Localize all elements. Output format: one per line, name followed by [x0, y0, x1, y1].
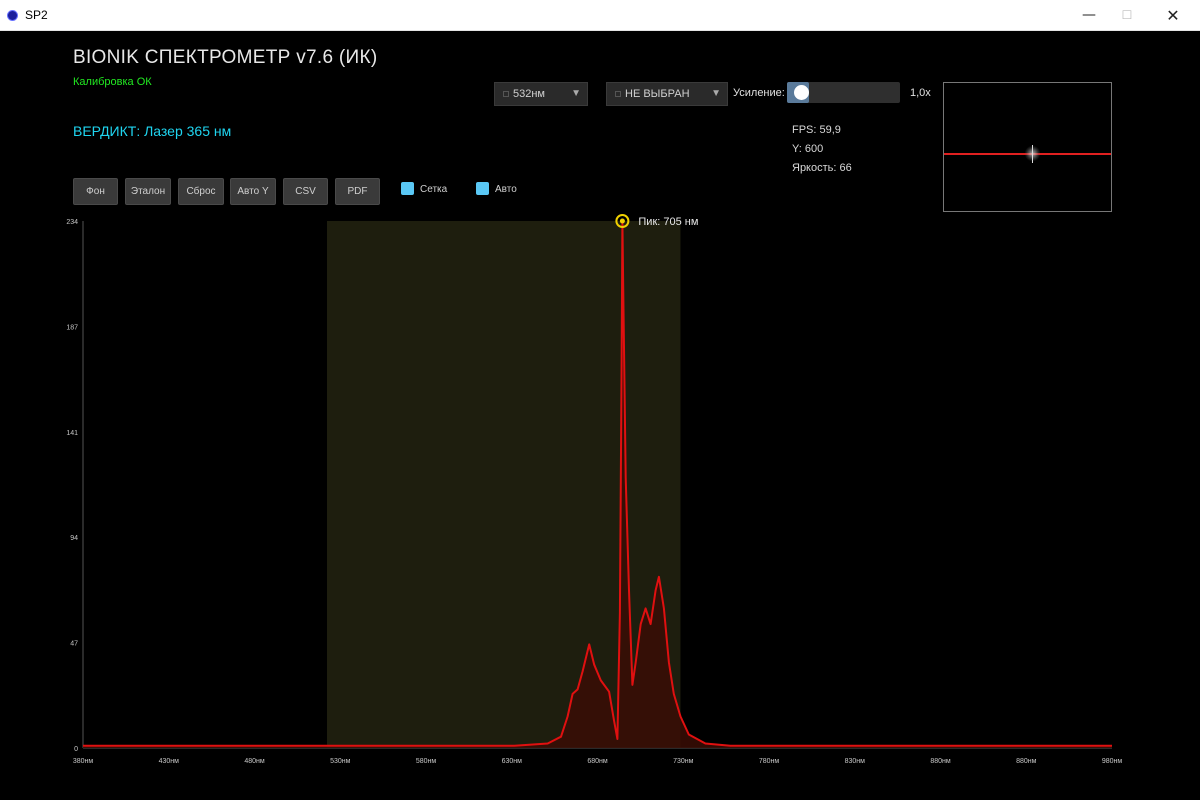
- x-tick-label: 830нм: [845, 758, 866, 765]
- auto-y-button[interactable]: Авто Y: [230, 178, 276, 205]
- background-button[interactable]: Фон: [73, 178, 118, 205]
- stats-panel: FPS: 59,9 Y: 600 Яркость: 66: [792, 121, 852, 178]
- x-tick-label: 430нм: [159, 758, 180, 765]
- x-tick-label: 680нм: [587, 758, 608, 765]
- auto-checkbox-label: Авто: [495, 184, 517, 195]
- y-tick-label: 0: [74, 746, 78, 753]
- gain-value: 1,0х: [910, 87, 931, 99]
- spectrum-chart: 234 187 141 94 47 0 380нм 430нм 480нм 530нм 580нм 6…: [66, 214, 1123, 765]
- x-tick-label: 480нм: [244, 758, 265, 765]
- x-tick-label: 380нм: [73, 758, 94, 765]
- source-select[interactable]: НЕ ВЫБРАН ▼: [606, 82, 728, 106]
- gain-slider[interactable]: [787, 82, 900, 103]
- window-title: SP2: [25, 8, 48, 22]
- brightness-readout: Яркость: 66: [792, 162, 852, 174]
- x-tick-label: 580нм: [416, 758, 437, 765]
- laser-select[interactable]: 532нм ▼: [494, 82, 588, 106]
- close-button[interactable]: ✕: [1150, 0, 1196, 31]
- peak-label: Пик: 705 нм: [638, 216, 698, 228]
- chevron-down-icon: ▼: [571, 88, 581, 99]
- y-readout: Y: 600: [792, 143, 824, 155]
- grid-checkbox-label: Сетка: [420, 184, 448, 195]
- laser-select-icon: [503, 91, 509, 98]
- x-tick-label: 530нм: [330, 758, 351, 765]
- x-tick-label: 880нм: [1016, 758, 1037, 765]
- x-tick-label: 980нм: [1102, 758, 1123, 765]
- x-tick-label: 880нм: [930, 758, 951, 765]
- csv-export-button[interactable]: CSV: [283, 178, 328, 205]
- source-select-value: НЕ ВЫБРАН: [625, 88, 690, 100]
- camera-preview: [943, 82, 1112, 212]
- verdict-text: ВЕРДИКТ: Лазер 365 нм: [73, 123, 232, 139]
- y-tick-label: 187: [66, 324, 78, 331]
- window-titlebar: SP2 — ☐ ✕: [0, 0, 1200, 31]
- peak-marker-dot: [619, 218, 625, 224]
- chevron-down-icon: ▼: [711, 88, 721, 99]
- spot-marker: [1032, 145, 1033, 163]
- x-tick-label: 630нм: [502, 758, 523, 765]
- gain-slider-thumb[interactable]: [794, 85, 809, 100]
- x-tick-label: 730нм: [673, 758, 694, 765]
- y-tick-label: 141: [66, 430, 78, 437]
- app-icon: [7, 10, 18, 21]
- y-tick-label: 234: [66, 219, 78, 226]
- pdf-export-button[interactable]: PDF: [335, 178, 380, 205]
- auto-checkbox[interactable]: [476, 182, 489, 195]
- source-select-icon: [615, 91, 621, 98]
- laser-select-value: 532нм: [513, 88, 545, 100]
- grid-checkbox[interactable]: [401, 182, 414, 195]
- y-tick-label: 94: [70, 535, 78, 542]
- x-tick-label: 780нм: [759, 758, 780, 765]
- reset-button[interactable]: Сброс: [178, 178, 224, 205]
- gain-label: Усиление:: [733, 87, 785, 99]
- y-tick-label: 47: [70, 641, 78, 648]
- fps-readout: FPS: 59,9: [792, 124, 841, 136]
- reference-button[interactable]: Эталон: [125, 178, 171, 205]
- app-title: BIONIK СПЕКТРОМЕТР v7.6 (ИК): [73, 47, 378, 68]
- calibration-status: Калибровка ОК: [73, 76, 152, 88]
- maximize-button[interactable]: ☐: [1104, 0, 1150, 31]
